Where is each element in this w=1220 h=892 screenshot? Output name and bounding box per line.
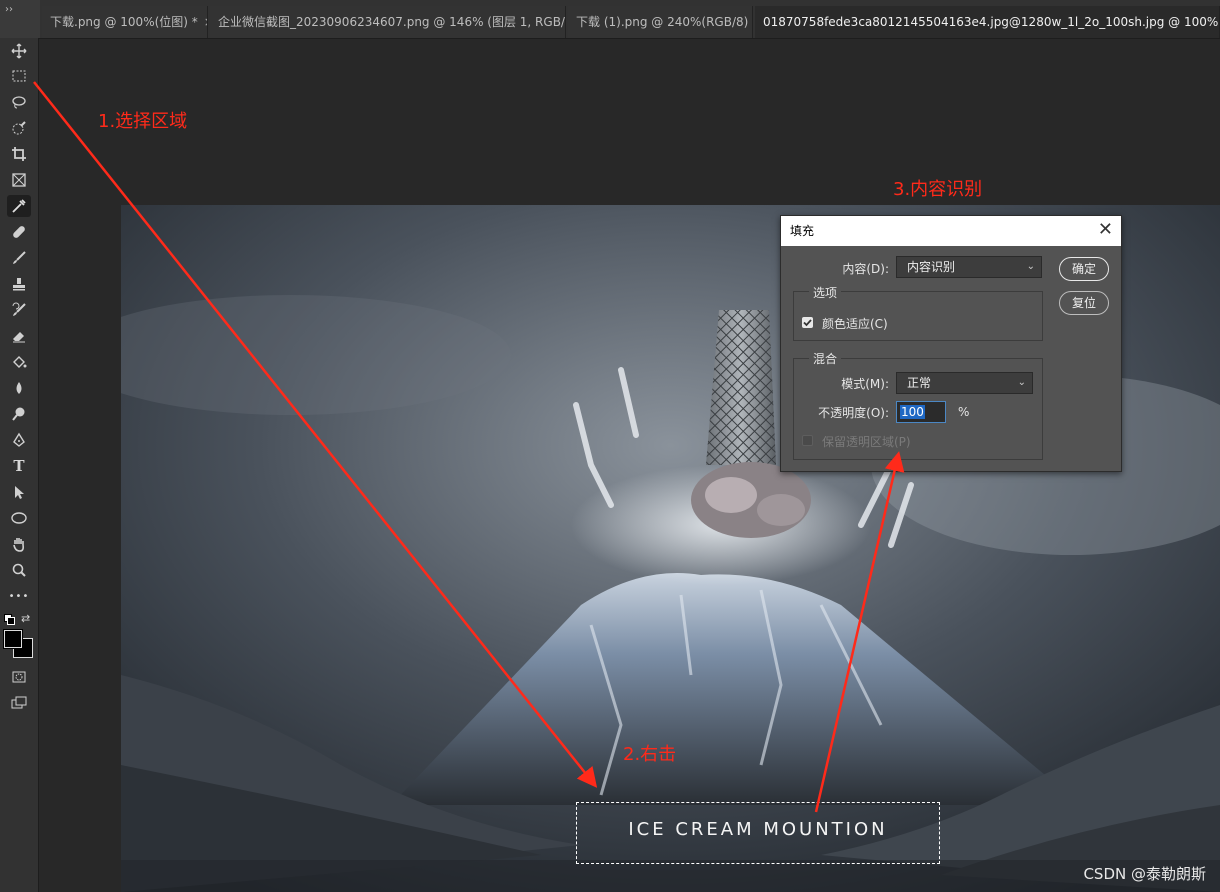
hand-tool[interactable] xyxy=(7,533,31,555)
color-adapt-checkbox[interactable] xyxy=(802,317,813,328)
content-value: 内容识别 xyxy=(907,260,956,274)
tab-label: 下载.png @ 100%(位图) * xyxy=(50,15,198,29)
mode-select[interactable]: 正常 ⌄ xyxy=(896,372,1033,394)
bandage-icon xyxy=(13,226,25,238)
rect-marquee-icon xyxy=(12,70,26,82)
opacity-unit: % xyxy=(958,405,970,419)
type-icon: T xyxy=(13,457,25,475)
preserve-transparency-checkbox[interactable] xyxy=(802,435,813,446)
healing-tool[interactable] xyxy=(7,221,31,243)
content-label: 内容(D): xyxy=(842,262,889,276)
crop-icon xyxy=(12,147,26,161)
more-icon: ••• xyxy=(8,590,30,602)
marquee-tool[interactable] xyxy=(7,65,31,87)
paint-bucket-tool[interactable] xyxy=(7,351,31,373)
opacity-value: 100 xyxy=(900,405,925,419)
opacity-label: 不透明度(O): xyxy=(818,406,889,420)
document-tab-bar: ›› 下载.png @ 100%(位图) * × 企业微信截图_202309062… xyxy=(0,0,1220,39)
quick-select-tool[interactable] xyxy=(7,117,31,139)
eyedropper-tool[interactable] xyxy=(7,195,31,217)
history-brush-tool[interactable] xyxy=(7,299,31,321)
preserve-transparency-label: 保留透明区域(P) xyxy=(822,435,911,449)
annotation-step1: 1.选择区域 xyxy=(98,111,188,132)
artwork-title-text: ICE CREAM MOUNTION xyxy=(628,819,888,840)
tab-label: 01870758fede3ca8012145504163e4.jpg@1280w… xyxy=(763,15,1220,29)
frame-tool[interactable] xyxy=(7,169,31,191)
eyedropper-icon xyxy=(12,199,26,213)
ok-button[interactable]: 确定 xyxy=(1059,257,1109,281)
mode-label: 模式(M): xyxy=(841,377,889,391)
ellipse-tool[interactable] xyxy=(7,507,31,529)
chevron-down-icon: ⌄ xyxy=(1017,377,1026,388)
foreground-color-swatch[interactable] xyxy=(4,630,22,648)
pen-icon xyxy=(13,432,25,447)
move-tool[interactable] xyxy=(7,40,31,62)
eraser-icon xyxy=(13,332,25,343)
dodge-tool[interactable] xyxy=(7,403,31,425)
screen-mode-icon xyxy=(11,696,27,709)
dialog-title: 填充 xyxy=(790,224,815,238)
screen-mode-button[interactable] xyxy=(7,692,31,714)
hand-icon xyxy=(13,538,24,552)
more-tools[interactable]: ••• xyxy=(7,585,31,607)
pen-tool[interactable] xyxy=(7,429,31,451)
document-tab-active[interactable]: 01870758fede3ca8012145504163e4.jpg@1280w… xyxy=(755,6,1220,38)
crop-tool[interactable] xyxy=(7,143,31,165)
dialog-titlebar: 填充 ✕ xyxy=(781,216,1121,246)
zoom-tool[interactable] xyxy=(7,559,31,581)
content-select[interactable]: 内容识别 ⌄ xyxy=(896,256,1042,278)
zoom-icon xyxy=(12,563,26,577)
color-adapt-label: 颜色适应(C) xyxy=(822,317,888,331)
tab-label: 下载 (1).png @ 240%(RGB/8) xyxy=(576,15,749,29)
annotation-step3: 3.内容识别 xyxy=(893,179,983,200)
move-icon xyxy=(11,43,27,59)
history-brush-icon xyxy=(12,302,26,316)
options-group-title: 选项 xyxy=(809,284,842,301)
lasso-tool[interactable] xyxy=(7,91,31,113)
document-tab[interactable]: 企业微信截图_20230906234607.png @ 146% (图层 1, … xyxy=(210,6,566,38)
tools-panel: T ••• ⇄ xyxy=(0,38,39,892)
blend-group-title: 混合 xyxy=(809,350,842,367)
brush-icon xyxy=(13,251,26,264)
annotation-step2: 2.右击 xyxy=(623,744,677,765)
quick-mask-button[interactable] xyxy=(7,666,31,688)
drop-icon xyxy=(16,382,22,394)
dodge-icon xyxy=(12,407,25,421)
quick-select-icon xyxy=(12,121,26,135)
fill-dialog: 填充 ✕ 内容(D): 内容识别 ⌄ 确定 复位 选项 颜色适应(C) 混合 模… xyxy=(780,215,1122,472)
path-select-tool[interactable] xyxy=(7,481,31,503)
document-tab[interactable]: 下载 (1).png @ 240%(RGB/8)× xyxy=(568,6,753,38)
swap-colors-icon[interactable]: ⇄ xyxy=(21,612,30,625)
document-tab[interactable]: 下载.png @ 100%(位图) * × xyxy=(42,6,208,38)
close-icon[interactable]: × xyxy=(204,15,207,29)
frame-icon xyxy=(12,173,26,187)
brush-tool[interactable] xyxy=(7,247,31,269)
blur-tool[interactable] xyxy=(7,377,31,399)
collapse-icon[interactable]: ›› xyxy=(5,4,13,15)
tab-label: 企业微信截图_20230906234607.png @ 146% (图层 1, … xyxy=(218,15,566,29)
chevron-down-icon: ⌄ xyxy=(1026,261,1035,272)
arrow-icon xyxy=(15,486,24,499)
lasso-icon xyxy=(12,96,26,109)
stamp-tool[interactable] xyxy=(7,273,31,295)
watermark: CSDN @泰勒朗斯 xyxy=(1083,865,1206,883)
reset-button[interactable]: 复位 xyxy=(1059,291,1109,315)
type-tool[interactable]: T xyxy=(7,455,31,477)
paint-bucket-icon xyxy=(13,356,27,368)
mode-value: 正常 xyxy=(907,376,932,390)
ellipse-icon xyxy=(11,512,27,524)
checkmark-icon xyxy=(803,319,812,327)
opacity-input[interactable]: 100 xyxy=(896,401,946,423)
quick-mask-icon xyxy=(12,671,26,683)
stamp-icon xyxy=(13,278,25,291)
panel-grip[interactable]: ›› xyxy=(0,0,40,38)
default-colors-icon[interactable] xyxy=(4,614,15,625)
eraser-tool[interactable] xyxy=(7,325,31,347)
close-icon[interactable]: ✕ xyxy=(1098,216,1113,244)
